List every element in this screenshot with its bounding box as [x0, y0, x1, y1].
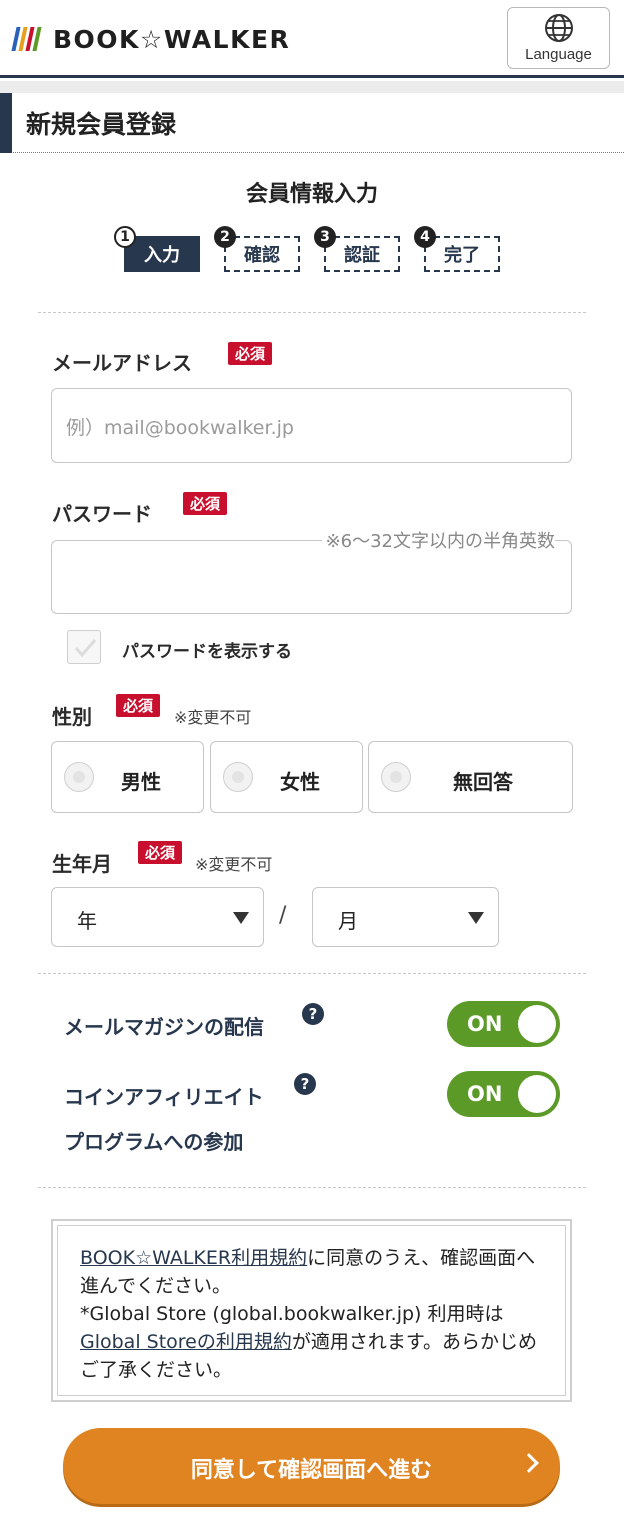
- required-badge: 必須: [138, 841, 183, 864]
- mail-magazine-label: メールマガジンの配信: [64, 1015, 264, 1039]
- coin-affiliate-label: コインアフィリエイト: [64, 1085, 264, 1109]
- caret-down-icon: [468, 912, 484, 924]
- gender-option-label: 女性: [280, 770, 320, 794]
- toggle-knob: [518, 1075, 556, 1113]
- check-icon: [74, 639, 97, 658]
- gender-option-label: 無回答: [453, 770, 513, 794]
- title-accent: [0, 93, 12, 153]
- coin-affiliate-toggle[interactable]: ON: [447, 1071, 560, 1117]
- step-label: 認証: [324, 236, 400, 272]
- gender-label: 性別: [52, 705, 92, 729]
- gender-option-none[interactable]: 無回答: [368, 741, 573, 813]
- toggle-label: ON: [467, 1082, 503, 1106]
- birth-year-select[interactable]: 年: [51, 887, 264, 947]
- agree-submit-button[interactable]: 同意して確認画面へ進む: [63, 1428, 560, 1504]
- divider: [38, 973, 586, 974]
- help-icon[interactable]: ?: [294, 1073, 316, 1095]
- month-value: 月: [338, 909, 358, 933]
- password-field[interactable]: ※6〜32文字以内の半角英数: [51, 527, 572, 614]
- step-number: 1: [114, 226, 136, 248]
- gender-option-label: 男性: [121, 770, 161, 794]
- globe-icon: [544, 14, 573, 42]
- caret-down-icon: [233, 912, 249, 924]
- terms-box: BOOK☆WALKER利用規約に同意のうえ、確認画面へ進んでください。 *Glob…: [51, 1219, 572, 1402]
- page-title-bar: 新規会員登録: [0, 93, 624, 153]
- birth-month-select[interactable]: 月: [312, 887, 499, 947]
- gender-note: ※変更不可: [174, 708, 252, 727]
- logo-text: BOOK☆WALKER: [53, 24, 291, 54]
- password-label: パスワード: [52, 502, 152, 526]
- year-value: 年: [77, 909, 97, 933]
- gender-option-male[interactable]: 男性: [51, 741, 204, 813]
- divider: [38, 312, 586, 313]
- toggle-label: ON: [467, 1012, 503, 1036]
- password-hint: ※6〜32文字以内の半角英数: [321, 527, 555, 553]
- step-label: 完了: [424, 236, 500, 272]
- show-password-checkbox[interactable]: [67, 630, 101, 664]
- header-band: [0, 81, 624, 93]
- bookwalker-logo[interactable]: BOOK☆WALKER: [11, 24, 291, 54]
- gender-option-female[interactable]: 女性: [210, 741, 363, 813]
- terms-text: BOOK☆WALKER利用規約に同意のうえ、確認画面へ進んでください。 *Glob…: [57, 1225, 566, 1396]
- step-label: 入力: [124, 236, 200, 272]
- terms-text-2: *Global Store (global.bookwalker.jp) 利用時…: [80, 1303, 504, 1325]
- radio-button[interactable]: [381, 762, 411, 792]
- birth-note: ※変更不可: [195, 855, 273, 874]
- terms-link[interactable]: BOOK☆WALKER利用規約: [80, 1247, 307, 1269]
- step-number: 3: [314, 226, 336, 248]
- global-store-terms-link[interactable]: Global Storeの利用規約: [80, 1331, 292, 1353]
- submit-label: 同意して確認画面へ進む: [190, 1458, 433, 1483]
- section-title: 会員情報入力: [245, 182, 378, 207]
- step-number: 4: [414, 226, 436, 248]
- radio-button[interactable]: [223, 762, 253, 792]
- radio-button[interactable]: [64, 762, 94, 792]
- date-separator: /: [279, 903, 287, 928]
- toggle-knob: [518, 1005, 556, 1043]
- email-label: メールアドレス: [52, 351, 192, 375]
- required-badge: 必須: [228, 342, 273, 365]
- birth-label: 生年月: [52, 852, 112, 876]
- divider: [38, 1187, 586, 1188]
- show-password-label[interactable]: パスワードを表示する: [122, 637, 292, 662]
- required-badge: 必須: [116, 694, 161, 717]
- language-button[interactable]: Language: [507, 7, 610, 69]
- help-icon[interactable]: ?: [302, 1003, 324, 1025]
- logo-mark-icon: [11, 27, 42, 51]
- step-number: 2: [214, 226, 236, 248]
- email-placeholder: 例）mail@bookwalker.jp: [66, 417, 294, 439]
- site-header: BOOK☆WALKER Language: [0, 0, 624, 78]
- mail-magazine-toggle[interactable]: ON: [447, 1001, 560, 1047]
- email-field[interactable]: 例）mail@bookwalker.jp: [51, 388, 572, 463]
- language-label: Language: [525, 46, 592, 63]
- step-label: 確認: [224, 236, 300, 272]
- required-badge: 必須: [183, 492, 228, 515]
- coin-affiliate-label-line2: プログラムへの参加: [64, 1130, 244, 1154]
- page-title: 新規会員登録: [26, 110, 177, 139]
